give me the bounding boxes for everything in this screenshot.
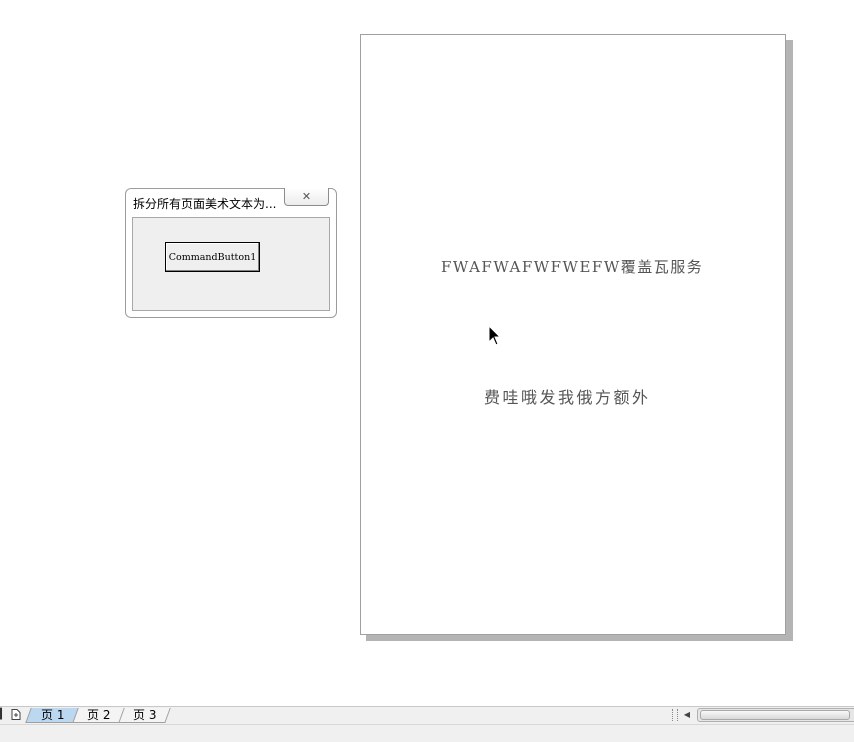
document-workspace[interactable]: FWAFWAFWFWEFW覆盖瓦服务 费哇哦发我俄方额外 拆分所有页面美术文本为…	[0, 0, 854, 706]
scroll-left-icon[interactable]: ◀	[680, 708, 694, 722]
tab-page-2[interactable]: 页 2	[71, 708, 125, 723]
tab-page-3[interactable]: 页 3	[117, 708, 171, 723]
new-page-icon[interactable]	[10, 709, 22, 721]
tab-splitter-handle[interactable]	[672, 709, 678, 721]
mouse-cursor-icon	[488, 325, 502, 346]
close-icon[interactable]: ✕	[284, 188, 329, 206]
horizontal-scrollbar[interactable]	[697, 708, 854, 722]
userform-dialog: 拆分所有页面美术文本为... ✕ CommandButton1	[125, 188, 337, 318]
dialog-body: CommandButton1	[132, 217, 330, 311]
dialog-title: 拆分所有页面美术文本为...	[133, 197, 277, 211]
scrollbar-thumb[interactable]	[700, 710, 850, 720]
status-bar	[0, 724, 854, 742]
page-tab-bar: ▌ 页 1 页 2 页 3 ◀	[0, 706, 854, 724]
first-page-icon[interactable]: ▌	[0, 709, 8, 721]
art-text-line-2[interactable]: 费哇哦发我俄方额外	[484, 384, 651, 408]
command-button-1[interactable]: CommandButton1	[165, 242, 260, 272]
tab-page-1[interactable]: 页 1	[25, 708, 79, 723]
art-text-line-1[interactable]: FWAFWAFWFWEFW覆盖瓦服务	[441, 256, 703, 277]
page-canvas[interactable]: FWAFWAFWFWEFW覆盖瓦服务 费哇哦发我俄方额外	[360, 34, 786, 635]
